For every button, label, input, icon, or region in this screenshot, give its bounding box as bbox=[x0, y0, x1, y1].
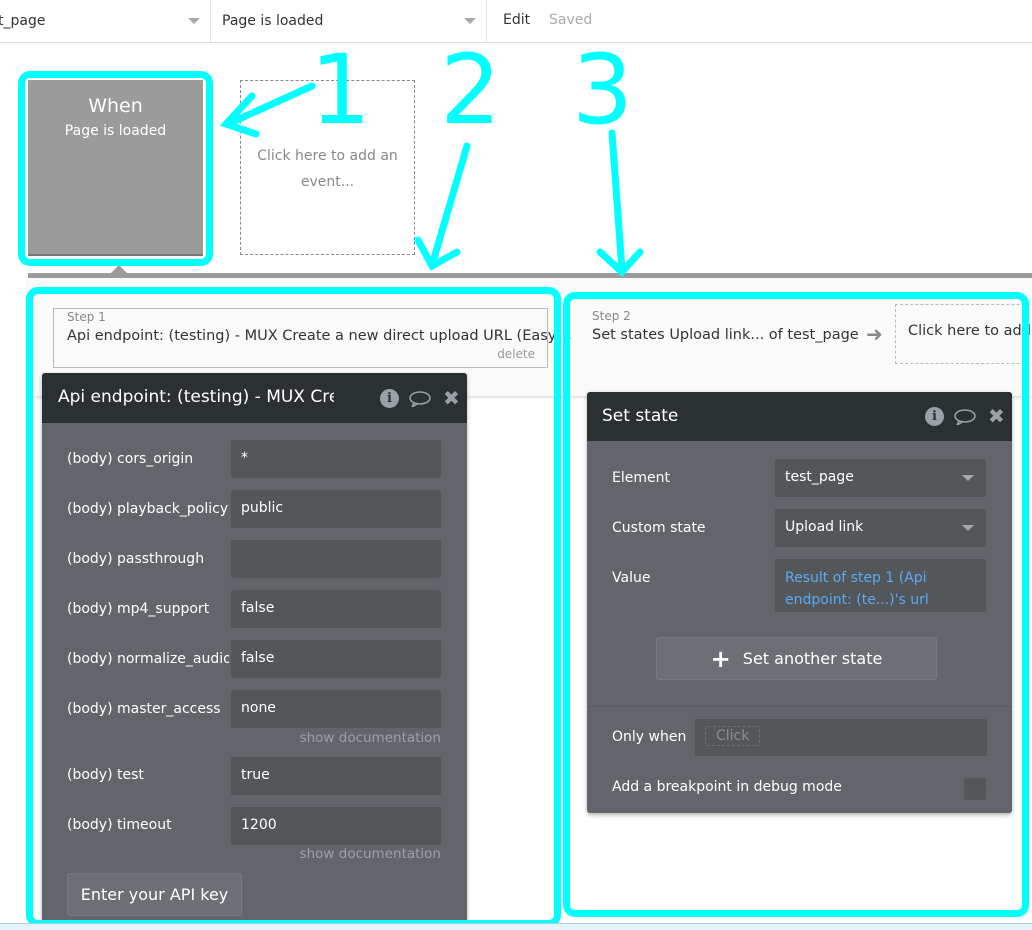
delete-step-link[interactable]: delete bbox=[497, 347, 535, 361]
panel-divider bbox=[587, 706, 1012, 707]
field-label-test: (body) test bbox=[67, 767, 144, 783]
element-dropdown-value: test_page bbox=[785, 469, 854, 485]
close-icon[interactable]: ✖ bbox=[443, 388, 460, 408]
close-icon[interactable]: ✖ bbox=[988, 406, 1005, 426]
set-another-state-button[interactable]: + Set another state bbox=[656, 637, 937, 680]
passthrough-input[interactable] bbox=[231, 540, 441, 578]
add-event-placeholder[interactable]: Click here to add an event... bbox=[240, 80, 415, 255]
panel-title: Set state bbox=[602, 406, 679, 426]
workflow-toolbar: t_page Page is loaded Edit Saved bbox=[0, 0, 1032, 43]
annotation-arrow-3 bbox=[596, 129, 644, 277]
custom-state-dropdown[interactable]: Upload link bbox=[775, 509, 986, 547]
page-selector-value: t_page bbox=[0, 13, 46, 29]
event-name: Page is loaded bbox=[64, 123, 167, 139]
event-card-page-loaded[interactable]: When Page is loaded bbox=[28, 80, 203, 256]
enter-api-key-button[interactable]: Enter your API key bbox=[67, 873, 242, 916]
breakpoint-label: Add a breakpoint in debug mode bbox=[612, 779, 842, 795]
step-number: Step 1 bbox=[67, 310, 106, 324]
annotation-number-3: 3 bbox=[572, 34, 634, 146]
step-title: Api endpoint: (testing) - MUX Create a n… bbox=[67, 328, 563, 344]
only-when-condition-input[interactable]: Click bbox=[695, 719, 987, 756]
step-number: Step 2 bbox=[592, 309, 631, 323]
edit-button[interactable]: Edit bbox=[503, 12, 530, 28]
master-access-input[interactable]: none bbox=[231, 690, 441, 728]
playback-policy-input[interactable]: public bbox=[231, 490, 441, 528]
step-card-1[interactable]: Step 1 Api endpoint: (testing) - MUX Cre… bbox=[53, 308, 562, 368]
chevron-down-icon bbox=[188, 18, 200, 24]
add-action-placeholder[interactable]: Click here to add an action... bbox=[895, 304, 1032, 364]
bottom-panel-edge bbox=[0, 923, 1032, 930]
field-label-mp4-support: (body) mp4_support bbox=[67, 601, 210, 617]
annotation-arrow-2 bbox=[414, 142, 471, 271]
arrow-right-icon: ➜ bbox=[866, 322, 883, 346]
normalize-audio-input[interactable]: false bbox=[231, 640, 441, 678]
only-when-click-placeholder[interactable]: Click bbox=[705, 726, 761, 746]
custom-state-dropdown-value: Upload link bbox=[785, 519, 864, 535]
panel-header: Api endpoint: (testing) - MUX Create a n… bbox=[42, 373, 467, 423]
chevron-down-icon bbox=[962, 475, 974, 481]
set-another-state-label: Set another state bbox=[742, 649, 883, 668]
set-state-panel: Set state i ✖ Element test_page Custom s… bbox=[587, 392, 1012, 813]
cors-origin-input[interactable]: * bbox=[231, 440, 441, 478]
field-label-normalize-audio: (body) normalize_audio bbox=[67, 651, 229, 667]
panel-header: Set state i ✖ bbox=[587, 392, 1012, 441]
show-documentation-link[interactable]: show documentation bbox=[300, 730, 441, 746]
mp4-support-input[interactable]: false bbox=[231, 590, 441, 628]
field-label-master-access: (body) master_access bbox=[67, 701, 221, 717]
event-selector-dropdown[interactable]: Page is loaded bbox=[212, 0, 487, 42]
custom-state-label: Custom state bbox=[612, 520, 706, 536]
info-icon[interactable]: i bbox=[380, 389, 399, 408]
panel-title: Api endpoint: (testing) - MUX Create a n… bbox=[58, 387, 334, 407]
info-icon[interactable]: i bbox=[925, 407, 944, 426]
plus-icon: + bbox=[710, 645, 731, 673]
chevron-down-icon bbox=[962, 525, 974, 531]
chevron-down-icon bbox=[464, 18, 476, 24]
comment-icon[interactable] bbox=[954, 409, 976, 425]
value-label: Value bbox=[612, 570, 651, 586]
annotation-number-2: 2 bbox=[440, 34, 502, 146]
event-selector-value: Page is loaded bbox=[222, 13, 324, 29]
field-label-cors-origin: (body) cors_origin bbox=[67, 451, 194, 467]
arrow-right-icon: ➜ bbox=[562, 331, 573, 345]
api-endpoint-panel: Api endpoint: (testing) - MUX Create a n… bbox=[42, 373, 467, 930]
comment-icon[interactable] bbox=[409, 391, 431, 407]
timeout-input[interactable]: 1200 bbox=[231, 807, 441, 845]
field-label-playback-policy: (body) playback_policy bbox=[67, 501, 229, 517]
test-input[interactable]: true bbox=[231, 757, 441, 795]
step-title: Set states Upload link... of test_page bbox=[592, 327, 859, 343]
breakpoint-checkbox[interactable] bbox=[964, 778, 986, 800]
element-dropdown[interactable]: test_page bbox=[775, 459, 986, 497]
field-label-passthrough: (body) passthrough bbox=[67, 551, 205, 567]
saved-status: Saved bbox=[549, 12, 593, 28]
field-label-timeout: (body) timeout bbox=[67, 817, 172, 833]
event-when-label: When bbox=[88, 95, 143, 117]
element-label: Element bbox=[612, 470, 670, 486]
value-expression-field[interactable]: Result of step 1 (Api endpoint: (te...)'… bbox=[775, 559, 986, 612]
page-selector-dropdown[interactable]: t_page bbox=[0, 0, 211, 42]
step-card-2[interactable]: Step 2 Set states Upload link... of test… bbox=[580, 308, 870, 368]
show-documentation-link[interactable]: show documentation bbox=[300, 846, 441, 862]
